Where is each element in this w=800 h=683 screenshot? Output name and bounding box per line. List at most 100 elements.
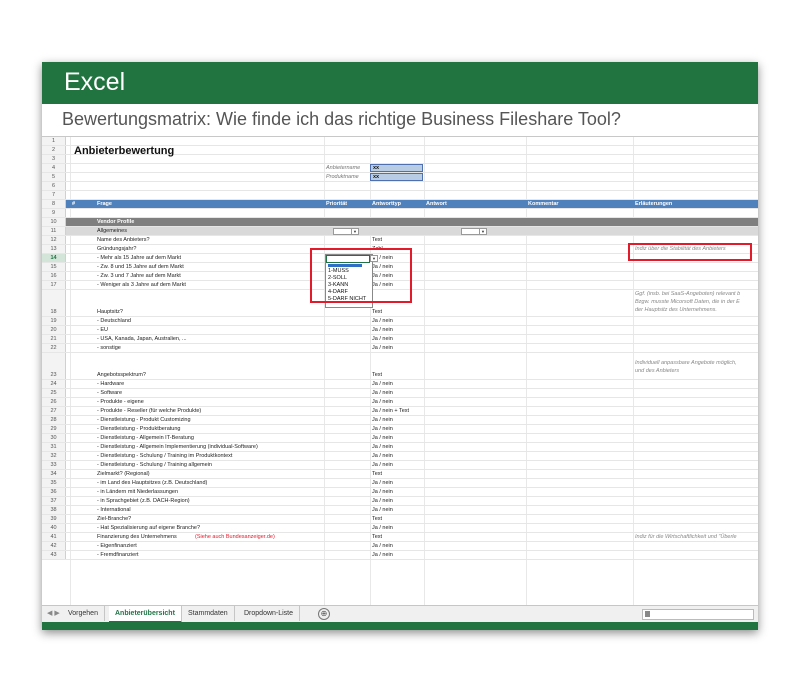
typ-cell: Ja / nein bbox=[372, 381, 393, 387]
frage-cell: - in Sprachgebiet (z.B. DACH-Region) bbox=[97, 498, 190, 504]
frage-cell: - Zw. 8 und 15 Jahre auf dem Markt bbox=[97, 264, 184, 270]
sheet-tab-bar: ◀ ▶ Vorgehen Anbieterübersicht Stammdate… bbox=[42, 605, 758, 623]
bundesanzeiger-link[interactable]: (Siehe auch Bundesanzeiger.de) bbox=[195, 533, 275, 541]
table-row: 39 Ziel-Branche? Text bbox=[42, 515, 758, 524]
typ-cell: Text bbox=[372, 237, 383, 243]
header-erl: Erläuterungen bbox=[635, 201, 673, 207]
table-row: 29- Dienstleistung - Produktberatung Ja /… bbox=[42, 425, 758, 434]
section-row: 10 Vendor Profile bbox=[42, 218, 758, 227]
frage-cell: - Produkte - eigene bbox=[97, 399, 144, 405]
tab-stammdaten[interactable]: Stammdaten bbox=[182, 606, 235, 621]
table-row: 21- USA, Kanada, Japan, Australien, ... J… bbox=[42, 335, 758, 344]
typ-cell: Ja / nein bbox=[372, 453, 393, 459]
frage-cell: - Dienstleistung - Allgemein Implementie… bbox=[97, 444, 258, 450]
frage-cell: - Zw. 3 und 7 Jahre auf dem Markt bbox=[97, 273, 181, 279]
frage-cell: Name des Anbieters? bbox=[97, 237, 150, 243]
table-row: 34 Zielmarkt? (Regional) Text bbox=[42, 470, 758, 479]
erl-cell: und des Anbieters bbox=[635, 368, 680, 374]
typ-cell: Ja / nein bbox=[372, 489, 393, 495]
app-name: Excel bbox=[64, 68, 126, 96]
table-row: 30- Dienstleistung - Allgemein IT-Beratu… bbox=[42, 434, 758, 443]
frage-cell: - Dienstleistung - Schulung / Training i… bbox=[97, 453, 233, 459]
chevron-down-icon[interactable]: ▼ bbox=[479, 229, 486, 234]
table-row: 3 bbox=[42, 155, 758, 164]
header-kommentar: Kommentar bbox=[528, 201, 559, 207]
app-title-bar: Excel bbox=[42, 62, 758, 104]
table-row: 40- Hat Spezialisierung auf eigene Branc… bbox=[42, 524, 758, 533]
table-row: 27- Produkte - Reseller (für welche Prod… bbox=[42, 407, 758, 416]
produktname-label: Produktname bbox=[326, 174, 359, 180]
frage-cell: - sonstige bbox=[97, 345, 121, 351]
header-typ: Antworttyp bbox=[372, 201, 402, 207]
typ-cell: Ja / nein bbox=[372, 345, 393, 351]
frage-cell: - Weniger als 3 Jahre auf dem Markt bbox=[97, 282, 186, 288]
typ-cell: Ja / nein bbox=[372, 399, 393, 405]
typ-cell: Ja / nein bbox=[372, 336, 393, 342]
typ-cell: Ja / nein bbox=[372, 543, 393, 549]
table-row: 32- Dienstleistung - Schulung / Training… bbox=[42, 452, 758, 461]
typ-cell: Ja / nein bbox=[372, 426, 393, 432]
chevron-down-icon[interactable]: ▼ bbox=[351, 229, 358, 234]
typ-cell: Ja / nein bbox=[372, 417, 393, 423]
typ-cell: Text bbox=[372, 534, 383, 540]
frage-cell: - im Land des Hauptsitzes (z.B. Deutschl… bbox=[97, 480, 208, 486]
anbietername-input[interactable]: xx bbox=[370, 164, 423, 172]
tab-dropdown-liste[interactable]: Dropdown-Liste bbox=[238, 606, 301, 621]
typ-cell: Ja / nein bbox=[372, 318, 393, 324]
table-row: 37- in Sprachgebiet (z.B. DACH-Region) Ja… bbox=[42, 497, 758, 506]
table-row: 22- sonstige Ja / nein bbox=[42, 344, 758, 353]
header-num: # bbox=[72, 201, 76, 207]
typ-cell: Ja / nein bbox=[372, 390, 393, 396]
frage-cell: Hauptsitz? bbox=[97, 309, 123, 315]
tab-anbieteruebersicht[interactable]: Anbieterübersicht bbox=[109, 606, 182, 623]
typ-cell: Text bbox=[372, 309, 383, 315]
table-row: 35- im Land des Hauptsitzes (z.B. Deutsc… bbox=[42, 479, 758, 488]
scroll-thumb[interactable] bbox=[645, 611, 650, 617]
frage-cell: - International bbox=[97, 507, 131, 513]
frage-cell: - USA, Kanada, Japan, Australien, ... bbox=[97, 336, 187, 342]
frage-cell: - Hardware bbox=[97, 381, 125, 387]
typ-cell: Ja / nein + Text bbox=[372, 408, 410, 414]
frage-cell: - Dienstleistung - Produktberatung bbox=[97, 426, 181, 432]
frage-cell: - Software bbox=[97, 390, 123, 396]
erl-cell: Indiz für die Wirtschaftlichkeit und "Üb… bbox=[635, 534, 737, 540]
dropdown-highlight bbox=[310, 248, 412, 303]
erlaeuterung-highlight bbox=[628, 243, 752, 261]
column-header-row: 8 # Frage Priorität Antworttyp Antwort K… bbox=[42, 200, 758, 209]
frage-cell: - EU bbox=[97, 327, 108, 333]
table-row: 42- Eigenfinanziert Ja / nein bbox=[42, 542, 758, 551]
tab-vorgehen[interactable]: Vorgehen bbox=[62, 606, 105, 621]
table-row: 25- Software Ja / nein bbox=[42, 389, 758, 398]
frage-cell: - Mehr als 15 Jahre auf dem Markt bbox=[97, 255, 182, 261]
table-row: 31- Dienstleistung - Allgemein Implement… bbox=[42, 443, 758, 452]
frage-cell: - Dienstleistung - Produkt Customizing bbox=[97, 417, 191, 423]
typ-cell: Ja / nein bbox=[372, 480, 393, 486]
table-row: 20- EU Ja / nein bbox=[42, 326, 758, 335]
header-antwort: Antwort bbox=[426, 201, 447, 207]
table-row: 6 bbox=[42, 182, 758, 191]
table-row: 38- International Ja / nein bbox=[42, 506, 758, 515]
table-row: 41 Finanzierung des Unternehmens (Siehe au… bbox=[42, 533, 758, 542]
table-row: 33- Dienstleistung - Schulung / Training… bbox=[42, 461, 758, 470]
horizontal-scrollbar[interactable] bbox=[642, 609, 754, 620]
add-sheet-icon[interactable]: ⊕ bbox=[318, 608, 330, 620]
table-row: 24- Hardware Ja / nein bbox=[42, 380, 758, 389]
table-row: 7 bbox=[42, 191, 758, 200]
tab-nav-arrows-icon[interactable]: ◀ ▶ bbox=[47, 609, 60, 617]
frage-cell: - Fremdfinanziert bbox=[97, 552, 139, 558]
table-row: 23 Angebotsspektrum? Text Individuell an… bbox=[42, 353, 758, 380]
typ-cell: Text bbox=[372, 516, 383, 522]
header-prio: Priorität bbox=[326, 201, 348, 207]
screenshot-frame: Excel Bewertungsmatrix: Wie finde ich da… bbox=[42, 62, 758, 630]
typ-cell: Text bbox=[372, 372, 383, 378]
frage-cell: - Dienstleistung - Allgemein IT-Beratung bbox=[97, 435, 194, 441]
spreadsheet-grid[interactable]: 1 2 Anbieterbewertung 3 4 Anbietername x… bbox=[42, 137, 758, 607]
answer-combo[interactable]: ▼ bbox=[461, 228, 487, 235]
frage-cell: - in Ländern mit Niederlassungen bbox=[97, 489, 179, 495]
typ-cell: Ja / nein bbox=[372, 327, 393, 333]
frage-cell: Angebotsspektrum? bbox=[97, 372, 146, 378]
priority-combo[interactable]: ▼ bbox=[333, 228, 359, 235]
produktname-input[interactable]: xx bbox=[370, 173, 423, 181]
typ-cell: Ja / nein bbox=[372, 498, 393, 504]
table-row: 9 bbox=[42, 209, 758, 218]
